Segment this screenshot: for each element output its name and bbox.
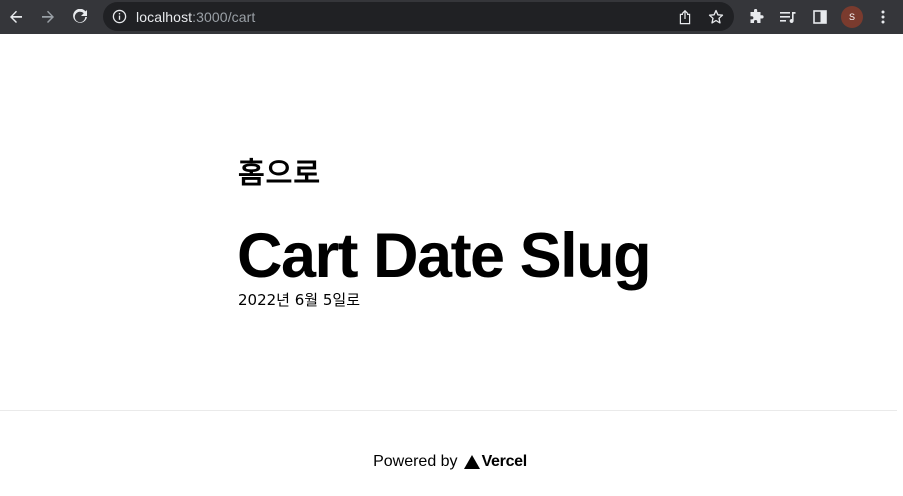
url-text: localhost:3000/cart [136, 9, 255, 25]
forward-button[interactable] [36, 5, 60, 29]
home-link[interactable]: 홈으로 [238, 154, 321, 192]
page-title: Cart Date Slug [237, 221, 652, 291]
arrow-right-icon [42, 10, 54, 23]
vercel-wordmark: Vercel [481, 453, 528, 470]
footer: Powered by Vercel [0, 450, 903, 474]
footer-divider [0, 410, 897, 411]
side-panel-icon [813, 10, 827, 24]
date-text: 2022년 6월 5일로 [238, 291, 360, 309]
media-button[interactable] [778, 7, 798, 27]
address-bar[interactable]: localhost:3000/cart [103, 2, 734, 31]
reload-icon [73, 9, 87, 23]
bookmark-star-icon[interactable] [708, 9, 724, 25]
media-queue-icon [780, 12, 796, 23]
info-icon[interactable] [112, 9, 127, 24]
url-host: localhost [136, 9, 193, 25]
share-icon[interactable] [677, 9, 693, 25]
three-dots-vertical-icon [881, 10, 885, 24]
reload-button[interactable] [68, 5, 92, 29]
url-path: :3000/cart [192, 9, 256, 25]
profile-avatar[interactable]: S [841, 6, 863, 28]
arrow-left-icon [10, 10, 22, 23]
extensions-button[interactable] [746, 7, 766, 27]
puzzle-piece-icon [750, 9, 764, 23]
powered-by-text: Powered by [373, 453, 458, 470]
back-button[interactable] [4, 5, 28, 29]
powered-by-vercel-link[interactable]: Powered by Vercel [373, 453, 527, 471]
menu-button[interactable] [873, 7, 893, 27]
browser-toolbar: localhost:3000/cart S [0, 0, 903, 34]
vercel-triangle-icon [463, 455, 480, 469]
side-panel-button[interactable] [810, 7, 830, 27]
